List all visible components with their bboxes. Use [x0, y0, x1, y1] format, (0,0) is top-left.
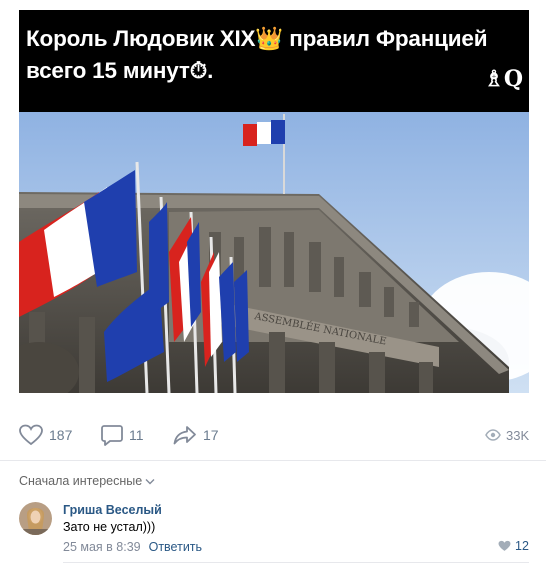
share-icon [173, 426, 196, 445]
comment-meta: 25 мая в 8:39 Ответить [63, 540, 202, 554]
parliament-photo: ASSEMBLÉE NATIONALE [19, 112, 529, 393]
eye-icon [485, 429, 501, 441]
chevron-down-icon [145, 478, 155, 484]
comment-like-button[interactable]: 12 [498, 539, 529, 553]
caption-text: Король Людовик XIX👑 правил Францией всег… [26, 23, 526, 87]
post-image[interactable]: Король Людовик XIX👑 правил Францией всег… [19, 10, 529, 393]
reply-button[interactable]: Ответить [149, 540, 202, 554]
caption-line-1: Король Людовик XIX👑 правил Францией [26, 26, 488, 51]
comment-like-count: 12 [515, 539, 529, 553]
views-counter: 33K [485, 420, 529, 450]
watermark-logo: ♗Q [484, 66, 523, 92]
comment-button[interactable]: 11 [101, 420, 144, 450]
share-count: 17 [203, 427, 219, 443]
comment-divider [63, 562, 529, 563]
comment-count: 11 [129, 427, 144, 443]
heart-icon [498, 540, 511, 551]
comment-date[interactable]: 25 мая в 8:39 [63, 540, 141, 554]
like-count: 187 [49, 427, 73, 443]
like-button[interactable]: 187 [19, 420, 72, 450]
sort-label: Сначала интересные [19, 474, 143, 488]
heart-icon [19, 424, 43, 446]
caption-band: Король Людовик XIX👑 правил Францией всег… [19, 10, 529, 112]
comment-text: Зато не устал))) [63, 520, 156, 534]
share-button[interactable]: 17 [173, 420, 219, 450]
avatar[interactable] [19, 502, 52, 535]
comments-sort-dropdown[interactable]: Сначала интересные [19, 474, 155, 488]
comment-author[interactable]: Гриша Веселый [63, 503, 162, 517]
post-actions-bar: 187 11 17 33K [19, 420, 529, 450]
comment-icon [101, 425, 123, 446]
caption-line-2: всего 15 минут⏱. [26, 58, 214, 83]
views-count: 33K [506, 427, 530, 443]
divider [0, 460, 546, 461]
